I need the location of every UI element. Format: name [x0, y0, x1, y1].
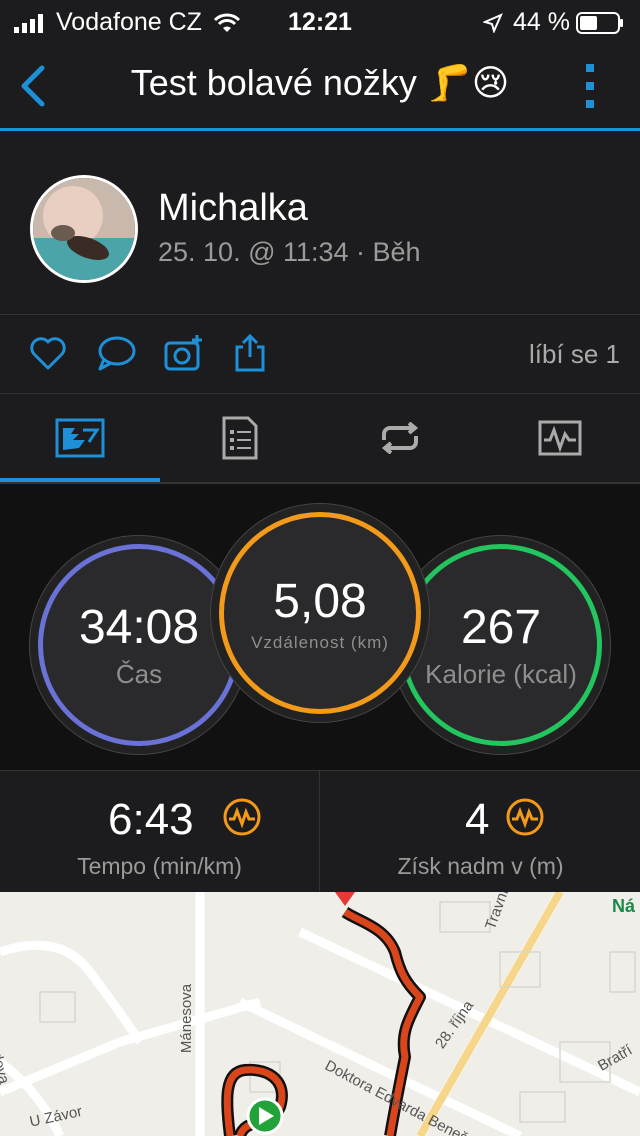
tab-details[interactable]: [160, 394, 320, 482]
heart-icon[interactable]: [28, 333, 68, 373]
location-arrow-icon: [483, 12, 503, 33]
repeat-icon: [381, 422, 419, 454]
street-label-na: Ná: [612, 896, 636, 916]
user-name[interactable]: Michalka: [158, 187, 308, 230]
nav-bar: Test bolavé nožky 🦵😢: [0, 44, 640, 131]
action-bar: líbí se 1: [0, 315, 640, 394]
calories-value: 267: [460, 601, 542, 654]
active-tab-indicator: [0, 478, 160, 482]
map-canvas: [0, 892, 640, 1136]
calories-label: Kalorie (kcal): [425, 659, 577, 689]
avatar[interactable]: [30, 175, 138, 283]
metrics-row: 6:43 Tempo (min/km) 4 Získ nadm v (m): [0, 771, 640, 891]
pace-label: Tempo (min/km): [77, 853, 242, 879]
tab-laps[interactable]: [320, 394, 480, 482]
tab-bar: [0, 394, 640, 484]
document-list-icon: [222, 416, 258, 460]
battery-icon: [576, 11, 623, 34]
tab-charts[interactable]: [480, 394, 640, 482]
street-label-manesova: Mánesova: [178, 983, 196, 1054]
status-bar: Vodafone CZ 12:21 44 %: [0, 0, 640, 44]
metrics-divider: [319, 771, 320, 891]
activity-header: Michalka 25. 10. @ 11:34 · Běh: [0, 131, 640, 315]
end-marker-icon: [335, 892, 355, 906]
battery-percent: 44 %: [513, 8, 570, 36]
page-title: Test bolavé nožky 🦵😢: [130, 62, 510, 103]
elevation-value: 4: [465, 795, 490, 844]
activity-meta: 25. 10. @ 11:34 · Běh: [158, 237, 421, 267]
elevation-metric[interactable]: 4 Získ nadm v (m): [321, 771, 640, 891]
calories-circle: 267 Kalorie (kcal): [400, 544, 602, 746]
add-photo-icon[interactable]: [164, 333, 204, 373]
share-icon[interactable]: [230, 333, 270, 373]
distance-label: Vzdálenost (km): [251, 632, 389, 652]
elevation-chart-icon[interactable]: [505, 797, 545, 837]
tab-overview[interactable]: [0, 394, 160, 482]
pace-chart-icon[interactable]: [222, 797, 262, 837]
comment-icon[interactable]: [96, 333, 136, 373]
overview-icon: [55, 418, 105, 458]
stats-panel: 34:08 Čas 267 Kalorie (kcal) 5,08 Vzdále…: [0, 484, 640, 771]
elevation-label: Získ nadm v (m): [397, 853, 564, 879]
route-map[interactable]: Mánesova Doktora Edvarda Beneše 28. říjn…: [0, 892, 640, 1136]
start-marker-icon: [246, 1097, 284, 1135]
time-value: 34:08: [78, 601, 200, 654]
avatar-photo: [33, 178, 135, 280]
chart-icon: [538, 420, 582, 456]
distance-circle: 5,08 Vzdálenost (km): [219, 512, 421, 714]
pace-metric[interactable]: 6:43 Tempo (min/km): [0, 771, 319, 891]
distance-value: 5,08: [273, 574, 367, 628]
time-label: Čas: [115, 659, 163, 689]
status-right: 44 %: [483, 8, 624, 37]
more-vertical-icon[interactable]: [580, 64, 600, 108]
likes-count[interactable]: líbí se 1: [529, 339, 620, 370]
pace-value: 6:43: [108, 795, 194, 844]
time-circle: 34:08 Čas: [38, 544, 240, 746]
back-chevron-icon[interactable]: [14, 62, 54, 110]
